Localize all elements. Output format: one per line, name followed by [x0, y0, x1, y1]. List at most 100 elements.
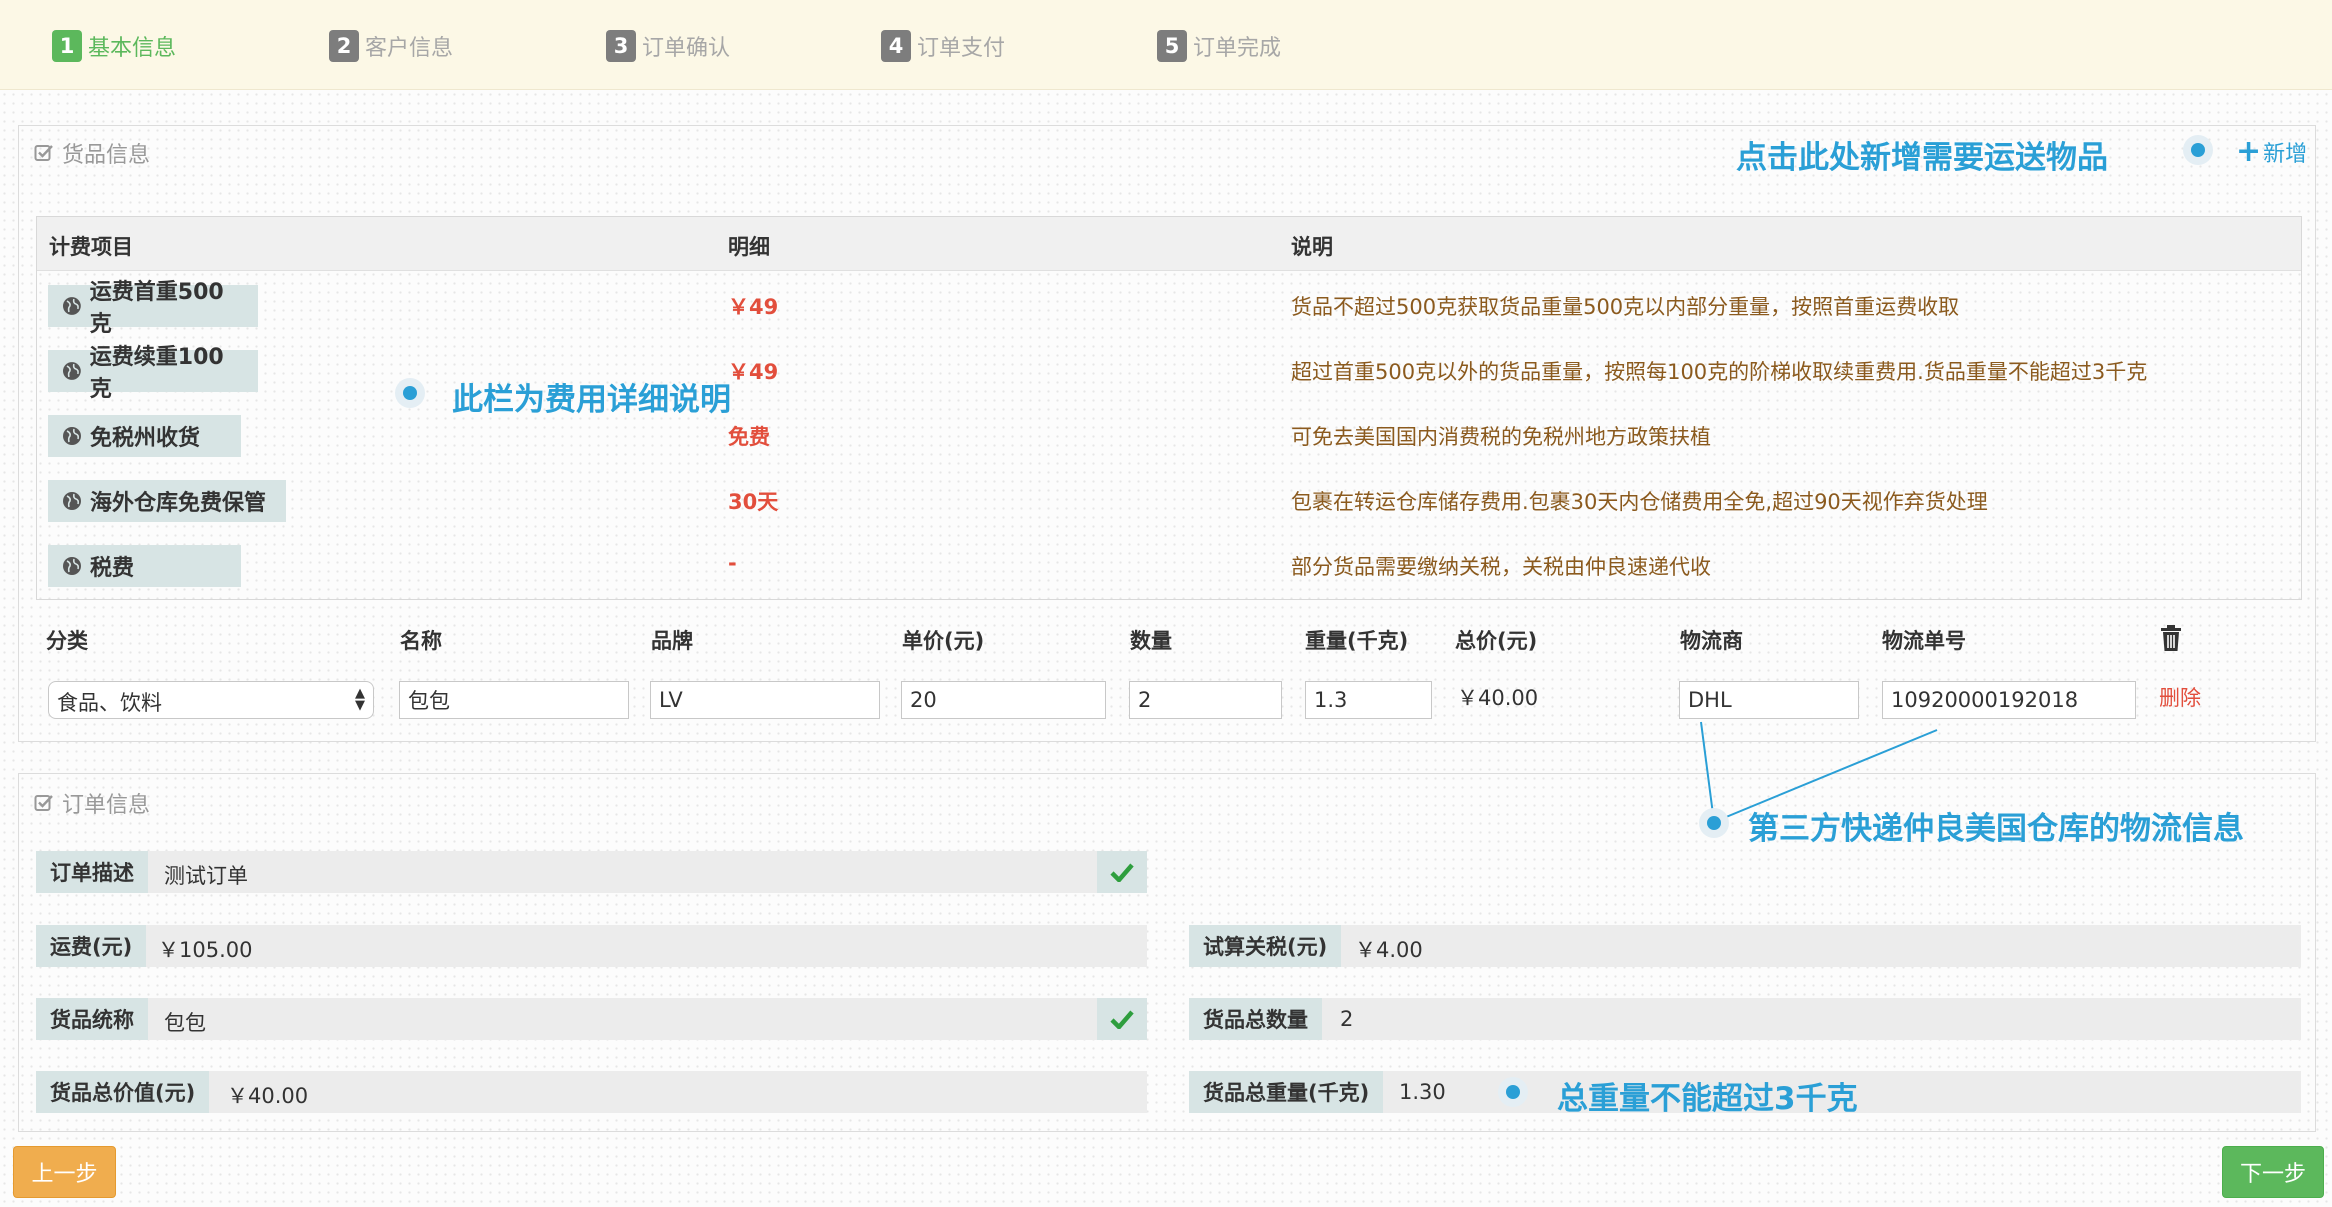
goods-name-value[interactable]: 包包	[164, 1007, 206, 1037]
trash-icon[interactable]	[2159, 624, 2183, 652]
tax-row: 试算关税(元) ￥4.00	[1189, 925, 2301, 967]
globe-icon	[62, 297, 81, 315]
fee-item-tag: 海外仓库免费保管	[48, 480, 286, 522]
delete-link[interactable]: 删除	[2159, 682, 2201, 712]
goods-total-value: ￥40.00	[1457, 686, 1539, 710]
fee-item-tag: 免税州收货	[48, 415, 241, 457]
goods-panel-title-text: 货品信息	[62, 143, 151, 168]
step-number: 4	[881, 30, 911, 62]
annotation-fee-hint: 此栏为费用详细说明	[452, 382, 731, 418]
add-goods-label: 新增	[2263, 142, 2308, 167]
order-panel-title-text: 订单信息	[62, 793, 151, 818]
step-order-confirm[interactable]: 3 订单确认	[606, 28, 730, 64]
goods-value-value: ￥40.00	[227, 1084, 309, 1108]
goods-header-total: 总价(元)	[1455, 629, 1538, 653]
step-number: 1	[52, 30, 82, 62]
step-basic-info[interactable]: 1 基本信息	[52, 28, 176, 64]
fee-header-desc: 说明	[1291, 235, 1333, 259]
goods-count-label: 货品总数量	[1189, 998, 1322, 1040]
goods-header-quantity: 数量	[1130, 629, 1172, 653]
goods-header-carrier: 物流商	[1680, 629, 1743, 653]
carrier-input[interactable]	[1679, 681, 1859, 719]
select-arrows-icon: ▲ ▼	[355, 686, 365, 713]
fee-item-tag: 运费首重500克	[48, 280, 258, 337]
goods-value-row: 货品总价值(元) ￥40.00	[36, 1071, 1147, 1113]
fee-table-header: 计费项目 明细 说明	[37, 217, 2301, 271]
fee-header-item: 计费项目	[49, 235, 133, 259]
freight-row: 运费(元) ￥105.00	[36, 925, 1147, 967]
fee-row: 税费 - 部分货品需要缴纳关税，关税由仲良速递代收	[37, 537, 2301, 603]
fee-detail: ￥49	[728, 295, 779, 319]
next-step-button[interactable]: 下一步	[2222, 1146, 2324, 1198]
fee-detail: 免费	[728, 425, 770, 449]
plus-icon: +	[2236, 134, 2262, 169]
check-icon	[1097, 998, 1147, 1040]
globe-icon	[62, 362, 81, 380]
fee-detail: -	[728, 551, 737, 575]
goods-header-category: 分类	[46, 629, 88, 653]
step-label: 订单支付	[917, 36, 1006, 61]
step-label: 基本信息	[88, 36, 177, 61]
tax-value: ￥4.00	[1355, 938, 1423, 962]
fee-row: 免税州收货 免费 可免去美国国内消费税的免税州地方政策扶植	[37, 407, 2301, 473]
step-bar: 1 基本信息 2 客户信息 3 订单确认 4 订单支付 5 订单完成	[0, 0, 2332, 90]
order-panel-title: 订单信息	[34, 787, 150, 819]
goods-count-row: 货品总数量 2	[1189, 998, 2301, 1040]
step-number: 2	[329, 30, 359, 62]
step-number: 5	[1157, 30, 1187, 62]
annotation-dot	[395, 378, 425, 408]
checkbox-icon	[34, 795, 53, 811]
fee-row: 海外仓库免费保管 30天 包裹在转运仓库储存费用.包裹30天内仓储费用全免,超过…	[37, 472, 2301, 538]
goods-count-value: 2	[1340, 1007, 1354, 1031]
tax-label: 试算关税(元)	[1189, 925, 1342, 967]
globe-icon	[63, 492, 81, 510]
fee-item-label: 运费续重100克	[89, 345, 224, 402]
step-order-complete[interactable]: 5 订单完成	[1157, 28, 1281, 64]
unit-price-input[interactable]	[901, 681, 1106, 719]
goods-name-input[interactable]	[399, 681, 629, 719]
fee-row: 运费首重500克 ￥49 货品不超过500克获取货品重量500克以内部分重量，按…	[37, 277, 2301, 343]
annotation-dot	[1699, 808, 1729, 838]
fee-item-tag: 运费续重100克	[48, 345, 258, 402]
fee-desc: 货品不超过500克获取货品重量500克以内部分重量，按照首重运费收取	[1291, 295, 1960, 319]
globe-icon	[63, 427, 81, 445]
freight-value: ￥105.00	[158, 938, 253, 962]
fee-header-detail: 明细	[728, 235, 770, 259]
goods-brand-input[interactable]	[650, 681, 880, 719]
step-customer-info[interactable]: 2 客户信息	[329, 28, 453, 64]
quantity-input[interactable]	[1129, 681, 1282, 719]
goods-header-brand: 品牌	[651, 629, 693, 653]
goods-header-name: 名称	[400, 629, 442, 653]
step-label: 客户信息	[365, 36, 454, 61]
fee-desc: 超过首重500克以外的货品重量，按照每100克的阶梯收取续重费用.货品重量不能超…	[1291, 360, 2148, 384]
fee-desc: 可免去美国国内消费税的免税州地方政策扶植	[1291, 425, 1711, 449]
weight-input[interactable]	[1305, 681, 1432, 719]
category-select-value: 食品、饮料	[57, 691, 162, 715]
add-goods-button[interactable]: + 新增	[2236, 136, 2307, 168]
tracking-number-input[interactable]	[1882, 681, 2136, 719]
goods-header-unit-price: 单价(元)	[902, 629, 985, 653]
fee-item-label: 海外仓库免费保管	[90, 491, 267, 516]
order-description-row: 订单描述 测试订单	[36, 851, 1147, 893]
annotation-dot	[1498, 1077, 1528, 1107]
category-select[interactable]: 食品、饮料 ▲ ▼	[48, 681, 374, 719]
fee-row: 运费续重100克 ￥49 超过首重500克以外的货品重量，按照每100克的阶梯收…	[37, 342, 2301, 408]
goods-header-weight: 重量(千克)	[1305, 629, 1409, 653]
annotation-logistics-hint: 第三方快递仲良美国仓库的物流信息	[1748, 811, 2244, 847]
checkbox-icon	[34, 145, 53, 161]
goods-name-label: 货品统称	[36, 998, 148, 1040]
goods-name-row: 货品统称 包包	[36, 998, 1147, 1040]
fee-item-tag: 税费	[48, 545, 241, 587]
freight-label: 运费(元)	[36, 925, 147, 967]
prev-step-button[interactable]: 上一步	[13, 1146, 116, 1198]
fee-desc: 包裹在转运仓库储存费用.包裹30天内仓储费用全免,超过90天视作弃货处理	[1291, 490, 1988, 514]
goods-value-label: 货品总价值(元)	[36, 1071, 210, 1113]
goods-weight-value: 1.30	[1399, 1080, 1446, 1104]
order-description-value[interactable]: 测试订单	[164, 860, 248, 890]
check-icon	[1097, 851, 1147, 893]
step-order-payment[interactable]: 4 订单支付	[881, 28, 1005, 64]
fee-item-label: 运费首重500克	[89, 280, 224, 337]
goods-header-tracking: 物流单号	[1882, 629, 1966, 653]
goods-weight-label: 货品总重量(千克)	[1189, 1071, 1384, 1113]
fee-item-label: 免税州收货	[90, 426, 201, 451]
